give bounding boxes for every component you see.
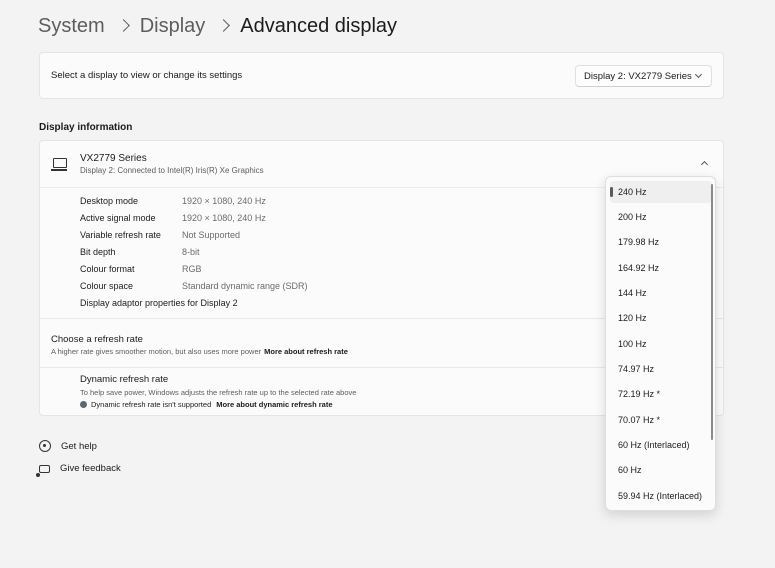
property-key: Variable refresh rate [80,230,161,240]
refresh-rate-dropdown[interactable]: 240 Hz 200 Hz 179.98 Hz 164.92 Hz 144 Hz… [605,176,716,511]
display-name: VX2779 Series [80,153,147,164]
dynamic-refresh-status-text: Dynamic refresh rate isn't supported [91,400,212,409]
display-subtitle: Display 2: Connected to Intel(R) Iris(R)… [80,166,264,175]
property-row: Colour format RGB [80,263,202,275]
property-value: 8-bit [182,247,200,257]
property-row: Colour space Standard dynamic range (SDR) [80,280,308,292]
get-help-label: Get help [61,440,97,452]
refresh-rate-option[interactable]: 60 Hz [610,459,712,481]
section-title: Display information [39,122,133,133]
refresh-rate-title: Choose a refresh rate [51,334,143,345]
display-select-value: Display 2: VX2779 Series [584,70,692,82]
property-key: Desktop mode [80,196,139,206]
property-row: Bit depth 8-bit [80,246,200,258]
property-value: Not Supported [182,230,241,240]
help-icon [39,440,51,452]
refresh-rate-description-text: A higher rate gives smoother motion, but… [51,347,262,356]
monitor-icon [51,158,67,171]
breadcrumb-system[interactable]: System [38,13,105,39]
display-adapter-properties-link[interactable]: Display adaptor properties for Display 2 [80,298,238,308]
dropdown-scrollbar[interactable] [711,184,713,440]
property-key: Bit depth [80,247,116,257]
select-display-card: Select a display to view or change its s… [39,52,724,99]
refresh-rate-option[interactable]: 59.94 Hz (Interlaced) [610,485,712,507]
refresh-rate-option[interactable]: 164.92 Hz [610,257,712,279]
give-feedback-link[interactable]: Give feedback [36,463,121,477]
info-dot-icon [80,401,87,408]
refresh-rate-option[interactable]: 70.07 Hz * [610,409,712,431]
property-key: Colour space [80,281,134,291]
refresh-rate-option[interactable]: 179.98 Hz [610,231,712,253]
refresh-rate-option[interactable]: 74.97 Hz [610,358,712,380]
property-value: Standard dynamic range (SDR) [182,281,308,291]
chevron-up-icon[interactable] [700,160,709,169]
more-about-refresh-rate-link[interactable]: More about refresh rate [264,347,348,356]
chevron-down-icon [694,70,703,79]
property-key: Active signal mode [80,213,156,223]
dynamic-refresh-title: Dynamic refresh rate [80,374,169,385]
get-help-link[interactable]: Get help [39,440,97,452]
breadcrumb-display[interactable]: Display [140,13,206,39]
property-key: Colour format [80,264,135,274]
dynamic-refresh-description: To help save power, Windows adjusts the … [80,388,357,397]
display-select-dropdown[interactable]: Display 2: VX2779 Series [575,65,712,87]
page-title: Advanced display [240,15,398,37]
breadcrumb: System Display Advanced display [38,13,397,39]
refresh-rate-option[interactable]: 60 Hz (Interlaced) [610,434,712,456]
refresh-rate-option[interactable]: 100 Hz [610,333,712,355]
property-value: 1920 × 1080, 240 Hz [182,196,266,206]
property-value: RGB [182,264,202,274]
chevron-right-icon [217,18,231,32]
feedback-icon [36,464,50,477]
refresh-rate-option[interactable]: 120 Hz [610,307,712,329]
refresh-rate-option[interactable]: 240 Hz [610,181,712,203]
property-row: Desktop mode 1920 × 1080, 240 Hz [80,195,266,207]
refresh-rate-description: A higher rate gives smoother motion, but… [51,347,348,356]
more-about-dynamic-refresh-link[interactable]: More about dynamic refresh rate [216,400,332,409]
property-row: Variable refresh rate Not Supported [80,229,240,241]
property-row: Active signal mode 1920 × 1080, 240 Hz [80,212,266,224]
select-display-label: Select a display to view or change its s… [51,70,243,81]
property-value: 1920 × 1080, 240 Hz [182,213,266,223]
give-feedback-label: Give feedback [60,463,121,474]
refresh-rate-option[interactable]: 144 Hz [610,282,712,304]
chevron-right-icon [116,18,130,32]
refresh-rate-option[interactable]: 200 Hz [610,206,712,228]
refresh-rate-option[interactable]: 72.19 Hz * [610,383,712,405]
dynamic-refresh-status: Dynamic refresh rate isn't supported Mor… [80,400,333,409]
